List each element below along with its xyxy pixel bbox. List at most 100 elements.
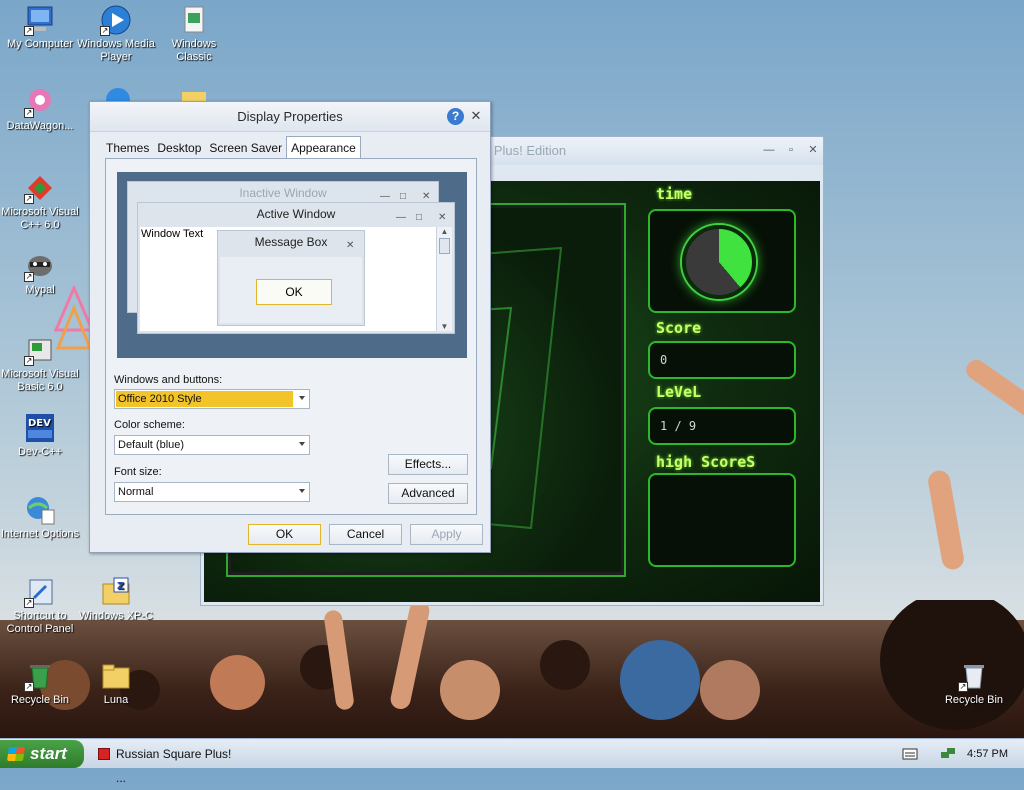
- scroll-thumb: [439, 238, 450, 254]
- close-icon[interactable]: ✕: [805, 143, 821, 157]
- raccoon-icon: ↗: [24, 250, 56, 282]
- svg-text:Z: Z: [117, 581, 124, 592]
- desktop-icon-my-computer[interactable]: ↗ My Computer: [0, 4, 80, 51]
- chevron-down-icon: [299, 489, 305, 493]
- desktop-icon-label: Recycle Bin: [944, 694, 1004, 706]
- folder-icon[interactable]: [180, 84, 208, 102]
- level-label: LeVeL: [656, 383, 702, 401]
- appearance-panel: Inactive Window — □ ✕ Active Window — □ …: [105, 158, 477, 515]
- color-scheme-select[interactable]: Default (blue): [114, 435, 310, 455]
- level-value: 1 / 9: [660, 419, 697, 433]
- maximize-icon[interactable]: ▫: [783, 143, 799, 157]
- desktop-icon-windows-classic[interactable]: Windows Classic: [154, 4, 234, 64]
- dialog-title: Display Properties: [237, 109, 343, 124]
- color-scheme-value: Default (blue): [118, 439, 185, 451]
- tab-desktop[interactable]: Desktop: [153, 137, 205, 159]
- preview-message-box: Message Box ✕ OK: [217, 230, 365, 326]
- high-scores-label: high ScoreS: [656, 453, 756, 471]
- dialog-tabs: Themes Desktop Screen Saver Appearance: [102, 136, 361, 159]
- windows-buttons-select[interactable]: Office 2010 Style: [114, 389, 310, 409]
- font-size-value: Normal: [118, 486, 154, 498]
- tab-appearance[interactable]: Appearance: [286, 136, 361, 159]
- appearance-preview: Inactive Window — □ ✕ Active Window — □ …: [117, 172, 467, 358]
- media-player-icon: ↗: [100, 4, 132, 36]
- desktop-icon-luna[interactable]: Luna: [76, 660, 156, 707]
- scroll-up-icon: ▲: [440, 227, 449, 236]
- advanced-button[interactable]: Advanced: [388, 483, 468, 504]
- control-panel-icon: ↗: [24, 576, 56, 608]
- close-icon: ✕: [438, 212, 447, 223]
- font-size-label: Font size:: [114, 466, 162, 478]
- score-label: Score: [656, 319, 702, 337]
- tab-themes[interactable]: Themes: [102, 137, 153, 159]
- windows-buttons-label: Windows and buttons:: [114, 374, 223, 386]
- desktop-icon-label: Internet Options: [0, 528, 80, 540]
- taskbar-item-russian-square[interactable]: Russian Square Plus! ...: [92, 742, 242, 785]
- game-window-title: e Plus! Edition: [483, 143, 567, 158]
- visual-cpp-icon: ↗: [24, 172, 56, 204]
- message-box-title: Message Box: [254, 235, 328, 249]
- desktop-icon-label: Windows XP-C: [79, 610, 153, 622]
- minimize-icon[interactable]: —: [761, 143, 777, 157]
- cancel-button[interactable]: Cancel: [329, 524, 402, 545]
- inactive-window-title: Inactive Window: [239, 186, 327, 200]
- desktop-icon-visual-basic[interactable]: ↗ Microsoft Visual Basic 6.0: [0, 334, 80, 394]
- desktop-icon-label: Microsoft Visual Basic 6.0: [1, 368, 79, 393]
- recycle-bin-icon: ↗: [24, 660, 56, 692]
- raised-hand-decoration: [962, 355, 1024, 425]
- color-scheme-label: Color scheme:: [114, 419, 185, 431]
- theme-file-icon: [178, 4, 210, 36]
- timer-dial: [682, 225, 756, 299]
- close-icon: ✕: [346, 240, 355, 251]
- windows-logo-icon: [7, 747, 25, 761]
- start-button[interactable]: start: [0, 740, 84, 768]
- desktop-icon-label: DataWagon...: [6, 120, 74, 132]
- dialog-titlebar[interactable]: Display Properties ? ✕: [90, 102, 490, 132]
- message-box-body: OK: [220, 257, 362, 323]
- desktop-icon-control-panel[interactable]: ↗ Shortcut to Control Panel: [0, 576, 80, 636]
- desktop-icon-internet-options[interactable]: Internet Options: [0, 494, 80, 541]
- desktop-icon-media-player[interactable]: ↗ Windows Media Player: [76, 4, 156, 64]
- help-icon[interactable]: ?: [447, 108, 464, 125]
- effects-button[interactable]: Effects...: [388, 454, 468, 475]
- folder-icon: [100, 660, 132, 692]
- taskbar-clock[interactable]: 4:57 PM: [967, 739, 1008, 769]
- tab-screen-saver[interactable]: Screen Saver: [205, 137, 286, 159]
- desktop-icon-label: Recycle Bin: [10, 694, 70, 706]
- internet-explorer-icon[interactable]: [104, 86, 132, 102]
- active-window-title: Active Window: [256, 207, 336, 221]
- desktop-icon-datawagon[interactable]: ↗ DataWagon...: [0, 86, 80, 133]
- high-scores-panel: [648, 473, 796, 567]
- dev-cpp-icon: DEV: [24, 412, 56, 444]
- keyboard-icon[interactable]: [902, 747, 918, 764]
- network-icon[interactable]: [940, 746, 956, 765]
- desktop-icon-dev-cpp[interactable]: DEV Dev-C++: [0, 412, 80, 459]
- desktop-icon-recycle-bin-right[interactable]: ↗ Recycle Bin: [934, 660, 1014, 707]
- svg-text:DEV: DEV: [28, 418, 51, 429]
- display-properties-dialog[interactable]: Display Properties ? ✕ Themes Desktop Sc…: [89, 101, 491, 553]
- ok-button[interactable]: OK: [248, 524, 321, 545]
- desktop-icon-label: Dev-C++: [17, 446, 63, 458]
- desktop-icon-visual-cpp[interactable]: ↗ Microsoft Visual C++ 6.0: [0, 172, 80, 232]
- desktop-icon-windows-xpc[interactable]: Z Windows XP-C: [76, 576, 156, 623]
- taskbar: start Russian Square Plus! ... 4:57 PM: [0, 738, 1024, 785]
- computer-icon: ↗: [24, 4, 56, 36]
- desktop-icon-label: Microsoft Visual C++ 6.0: [1, 206, 79, 231]
- recycle-bin-icon: ↗: [958, 660, 990, 692]
- game-cube-icon: [98, 748, 110, 760]
- close-icon[interactable]: ✕: [468, 108, 484, 124]
- desktop-icon-label: Luna: [103, 694, 129, 706]
- window-text-sample: Window Text: [141, 228, 204, 240]
- raised-hand-decoration: [926, 468, 966, 572]
- message-ok-button: OK: [256, 279, 332, 305]
- desktop-icon-label: Mypal: [25, 284, 55, 296]
- score-value: 0: [660, 353, 668, 367]
- desktop-icon-recycle-bin-left[interactable]: ↗ Recycle Bin: [0, 660, 80, 707]
- desktop-icon-label: Shortcut to Control Panel: [6, 610, 74, 635]
- apply-button[interactable]: Apply: [410, 524, 483, 545]
- start-label: start: [30, 744, 67, 763]
- system-tray: 4:57 PM: [884, 739, 1024, 769]
- preview-scrollbar: ▲ ▼: [436, 227, 452, 331]
- desktop-icon-label: My Computer: [6, 38, 74, 50]
- font-size-select[interactable]: Normal: [114, 482, 310, 502]
